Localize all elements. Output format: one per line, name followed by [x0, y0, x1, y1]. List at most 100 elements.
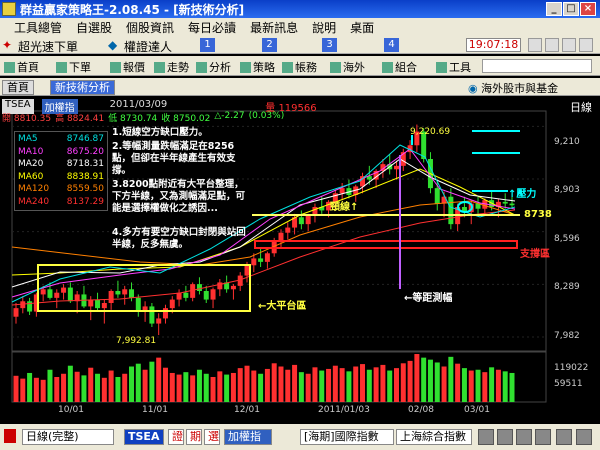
candle-body: [278, 232, 284, 242]
tab-home[interactable]: 首頁: [2, 80, 34, 95]
tab-tech-analysis[interactable]: 新技術分析: [50, 80, 115, 95]
layout-icon[interactable]: [545, 38, 559, 52]
menu-bar: 工具總管 自選股 個股資訊 每日必讀 最新訊息 說明 桌面: [0, 18, 600, 36]
volume-bar: [20, 378, 26, 402]
toolbar-account[interactable]: 帳務: [282, 59, 317, 75]
menu-item-stock-info[interactable]: 個股資訊: [126, 19, 174, 36]
screen-4-button[interactable]: 4: [384, 38, 399, 52]
options-button[interactable]: 選: [204, 429, 220, 445]
index-select-1[interactable]: [海期]國際指數: [300, 429, 394, 445]
pct-value: (0.03%): [248, 111, 285, 121]
volume-bar: [122, 373, 128, 402]
period-select[interactable]: 日線(完整): [22, 429, 114, 445]
volume-bar: [230, 372, 236, 402]
volume-bar: [468, 370, 474, 402]
volume-bar: [461, 368, 467, 402]
axis-tick: 8,289: [554, 282, 580, 292]
settings-icon[interactable]: [528, 38, 542, 52]
volume-bar: [54, 376, 60, 402]
candle-body: [183, 292, 189, 298]
time-tick: 11/01: [142, 405, 168, 415]
candle-body: [305, 215, 311, 225]
index-select-2[interactable]: 上海綜合指數: [396, 429, 472, 445]
toolbar-strategy[interactable]: 策略: [240, 59, 275, 75]
stock-button[interactable]: 證: [168, 429, 184, 445]
menu-item-daily[interactable]: 每日必讀: [188, 19, 236, 36]
candle-body: [169, 299, 175, 309]
volume-bar: [81, 375, 87, 402]
axis-tick: 7,982: [554, 331, 580, 341]
warrant-master-button[interactable]: 權證達人: [124, 38, 172, 55]
symbol-input[interactable]: TSEA: [124, 429, 164, 445]
candle-body: [210, 289, 216, 300]
scroll-right-icon[interactable]: [576, 429, 592, 445]
name-button[interactable]: 加權指: [224, 429, 272, 445]
close-button[interactable]: ×: [580, 2, 596, 16]
help-icon[interactable]: [579, 38, 593, 52]
volume-bar: [67, 365, 73, 402]
screen-1-button[interactable]: 1: [200, 38, 215, 52]
volume-bar: [88, 367, 94, 402]
volume-bar: [455, 363, 461, 402]
candle-body: [285, 227, 291, 233]
ma-value: 8559.50: [66, 184, 104, 194]
volume-bar: [196, 369, 202, 402]
volume-bar: [27, 372, 33, 402]
candle-body: [298, 217, 304, 225]
app-icon: [2, 2, 16, 16]
window-icon[interactable]: [562, 38, 576, 52]
toolbar-trend[interactable]: 走勢: [154, 59, 189, 75]
toolbar-order[interactable]: 下單: [56, 59, 91, 75]
axis-tick: 8,903: [554, 185, 580, 195]
toolbar-home[interactable]: 首頁: [4, 59, 39, 75]
axis-tick: 119022: [554, 363, 589, 373]
volume-bar: [298, 372, 304, 402]
chart-area[interactable]: TSEA 加權指 2011/03/09 量 119566 日線 開 8810.3…: [0, 97, 600, 423]
volume-bar: [475, 369, 481, 402]
toolbar-combo[interactable]: 組合: [382, 59, 417, 75]
volume-bar: [339, 368, 345, 402]
analysis-icon: [196, 61, 207, 73]
overseas-market-link[interactable]: ◉ 海外股市與基金: [468, 80, 558, 96]
screen-3-button[interactable]: 3: [322, 38, 337, 52]
menu-item-help[interactable]: 說明: [312, 19, 336, 36]
volume-bar: [482, 372, 488, 402]
scroll-left-icon[interactable]: [556, 429, 572, 445]
zoom-in-icon[interactable]: [516, 429, 532, 445]
crosshair-icon[interactable]: [478, 429, 494, 445]
volume-bars: [13, 354, 515, 402]
toolbar-overseas[interactable]: 海外: [330, 59, 365, 75]
menu-item-desktop[interactable]: 桌面: [350, 19, 374, 36]
toolbar-tools[interactable]: 工具: [436, 59, 471, 75]
candle-body: [149, 306, 155, 324]
volume-bar: [176, 374, 182, 402]
menu-item-tools[interactable]: 工具總管: [14, 19, 62, 36]
globe-icon: [330, 61, 341, 73]
strategy-icon: [240, 61, 251, 73]
zoom-out-icon[interactable]: [535, 429, 551, 445]
toolbar-analysis[interactable]: 分析: [196, 59, 231, 75]
candle-body: [13, 308, 19, 317]
ma-name: MA60: [18, 171, 44, 182]
maximize-button[interactable]: □: [563, 2, 579, 16]
main-toolbar: 首頁 下單 報價 走勢 分析 策略 帳務 海外 組合 工具: [0, 56, 600, 76]
toolbar-search-box[interactable]: [482, 59, 592, 73]
candle-body: [135, 297, 141, 312]
minimize-button[interactable]: _: [546, 2, 562, 16]
platform-label: ←大平台區: [258, 301, 307, 312]
wrench-icon[interactable]: [497, 429, 513, 445]
candle-body: [101, 303, 107, 309]
menu-item-watchlist[interactable]: 自選股: [76, 19, 112, 36]
volume-bar: [95, 373, 101, 402]
volume-bar: [332, 365, 338, 402]
screen-2-button[interactable]: 2: [262, 38, 277, 52]
fast-order-button[interactable]: 超光速下單: [18, 38, 78, 55]
toolbar-quote[interactable]: 報價: [110, 59, 145, 75]
menu-item-news[interactable]: 最新訊息: [250, 19, 298, 36]
home-icon: [4, 61, 15, 73]
volume-bar: [135, 363, 141, 402]
volume-bar: [258, 373, 264, 402]
futures-button[interactable]: 期: [186, 429, 202, 445]
ma-value: 8675.20: [66, 146, 104, 157]
note-item: 1.短線空方缺口壓力。: [112, 127, 208, 138]
